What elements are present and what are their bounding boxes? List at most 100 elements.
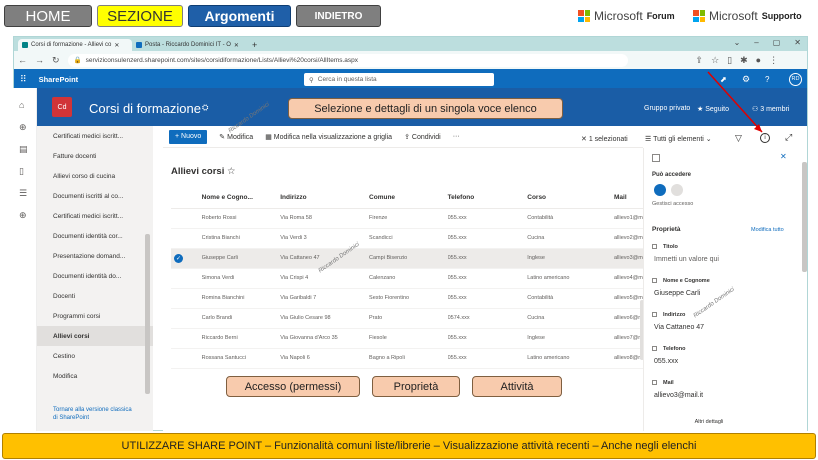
argomenti-button[interactable]: Argomenti xyxy=(188,5,291,27)
nav-item-fatture-docenti[interactable]: Fatture docenti xyxy=(37,146,153,166)
nav-item-docenti[interactable]: Docenti xyxy=(37,286,153,306)
minimize-icon[interactable]: – xyxy=(754,38,758,47)
microsoft-forum-link[interactable]: Microsoft Forum xyxy=(578,9,675,23)
field-value[interactable]: Giuseppe Carli xyxy=(654,290,700,297)
search-input[interactable]: Cerca in questa lista xyxy=(318,76,377,83)
panel-scrollbar[interactable] xyxy=(802,162,807,272)
extensions-icon[interactable]: ✱ xyxy=(740,55,748,66)
more-button[interactable]: ··· xyxy=(453,133,460,140)
row-select-cell[interactable]: ✓ xyxy=(171,248,202,269)
add-icon[interactable]: ⊕ xyxy=(19,210,27,221)
favorite-star-icon[interactable]: ☆ xyxy=(227,166,236,177)
lists-icon[interactable]: ☰ xyxy=(19,188,27,199)
nav-item-programmi-corsi[interactable]: Programmi corsi xyxy=(37,306,153,326)
menu-icon[interactable]: ⋮ xyxy=(769,55,778,66)
expand-icon[interactable]: ⤢ xyxy=(785,132,792,143)
browser-tab-corsi[interactable]: Corsi di formazione - Allievi co ✕ xyxy=(18,39,132,51)
table-row[interactable]: ✓ Giuseppe Carli Via Cattaneo 47 Campi Bise… xyxy=(171,248,661,269)
nav-item-allievi-corsi[interactable]: Allievi corsi xyxy=(37,326,153,346)
column-header-telefono[interactable]: Telefono xyxy=(447,188,528,209)
column-header-comune[interactable]: Comune xyxy=(369,188,448,209)
row-select-cell[interactable] xyxy=(171,328,202,349)
field-value[interactable]: Via Cattaneo 47 xyxy=(654,324,704,331)
close-window-icon[interactable]: ✕ xyxy=(794,38,801,47)
nav-item-modifica[interactable]: Modifica xyxy=(37,366,153,386)
sidebar-icon[interactable]: ▯ xyxy=(727,55,732,66)
row-select-cell[interactable] xyxy=(171,208,202,229)
reload-icon[interactable]: ↻ xyxy=(52,55,60,66)
search-box[interactable]: ⚲ Cerca in questa lista xyxy=(304,73,494,86)
microsoft-brand: Microsoft xyxy=(594,9,643,23)
row-select-cell[interactable] xyxy=(171,348,202,369)
share-icon[interactable]: ⇪ xyxy=(696,55,704,66)
new-tab-icon[interactable]: + xyxy=(252,40,257,50)
new-item-button[interactable]: + Nuovo xyxy=(169,129,208,144)
row-select-cell[interactable] xyxy=(171,308,202,329)
edit-all-link[interactable]: Modifica tutto xyxy=(751,227,784,233)
table-cell: Via Garibaldi 7 xyxy=(280,288,370,309)
news-icon[interactable]: ▤ xyxy=(19,144,28,155)
row-select-cell[interactable] xyxy=(171,268,202,289)
tab-label: Posta - Riccardo Dominici IT - O xyxy=(145,42,231,48)
url-field[interactable]: 🔒 serviziconsulenzerd.sharepoint.com/sit… xyxy=(67,53,628,67)
nav-item-certificati-1[interactable]: Certificati medici iscritt... xyxy=(37,126,153,146)
grid-edit-button[interactable]: ▦ Modifica nella visualizzazione a grigl… xyxy=(265,133,392,141)
nav-item-allievi-cucina[interactable]: Allievi corso di cucina xyxy=(37,166,153,186)
table-row[interactable]: Simona Verdi Via Crispi 4 Calenzano 055.xxx… xyxy=(171,268,661,289)
file-icon[interactable]: ▯ xyxy=(19,166,24,177)
row-select-cell[interactable] xyxy=(171,288,202,309)
chevron-down-icon[interactable]: ⌄ xyxy=(734,38,741,47)
field-value[interactable]: 055.xxx xyxy=(654,358,678,365)
nav-item-certificati-2[interactable]: Certificati medici iscritt... xyxy=(37,206,153,226)
selected-count[interactable]: ✕ 1 selezionati xyxy=(581,135,628,143)
table-row[interactable]: Carlo Brandi Via Giulio Cesare 98 Prato 057… xyxy=(171,308,661,329)
forward-icon[interactable]: → xyxy=(35,55,44,65)
table-row[interactable]: Romina Bianchini Via Garibaldi 7 Sesto Fio… xyxy=(171,288,661,309)
member-access-icon[interactable] xyxy=(671,184,683,196)
table-row[interactable]: Riccardo Berni Via Giovanna d'Arco 35 Fies… xyxy=(171,328,661,349)
nav-item-cestino[interactable]: Cestino xyxy=(37,346,153,366)
table-row[interactable]: Roberto Rossi Via Roma 58 Firenze 055.xxx Co… xyxy=(171,208,661,229)
column-header-indirizzo[interactable]: Indirizzo xyxy=(280,188,370,209)
site-title[interactable]: Corsi di formazione xyxy=(89,101,201,116)
close-icon[interactable]: ✕ xyxy=(114,42,119,49)
microsoft-supporto-link[interactable]: Microsoft Supporto xyxy=(693,9,802,23)
nav-item-presentazione[interactable]: Presentazione domand... xyxy=(37,246,153,266)
more-details-link[interactable]: Altri dettagli xyxy=(644,419,774,425)
column-header-corso[interactable]: Corso xyxy=(527,188,615,209)
row-select-cell[interactable] xyxy=(171,228,202,249)
share-button[interactable]: ⇪ Condividi xyxy=(404,133,441,141)
browser-tab-posta[interactable]: Posta - Riccardo Dominici IT - O ✕ xyxy=(132,39,246,51)
home-icon[interactable]: ⌂ xyxy=(19,100,24,110)
nav-item-documenti-identita-cor[interactable]: Documenti identità cor... xyxy=(37,226,153,246)
sidebar-scrollbar[interactable] xyxy=(145,234,150,394)
indietro-button[interactable]: INDIETRO xyxy=(296,5,381,27)
column-header-nome[interactable]: Nome e Cogno... xyxy=(201,188,281,209)
close-icon[interactable]: ✕ xyxy=(234,42,239,49)
panel-close-icon[interactable]: ✕ xyxy=(780,152,787,161)
header-row: Nome e Cogno... Indirizzo Comune Telefon… xyxy=(171,188,661,209)
manage-access-link[interactable]: Gestisci accesso xyxy=(652,201,693,207)
edit-button[interactable]: ✎ Modifica xyxy=(219,133,253,141)
nav-item-documenti-iscritti[interactable]: Documenti iscritti al co... xyxy=(37,186,153,206)
field-value[interactable]: allievo3@mail.it xyxy=(654,392,703,399)
table-row[interactable]: Cristina Bianchi Via Verdi 3 Scandicci 055.… xyxy=(171,228,661,249)
group-access-icon[interactable] xyxy=(654,184,666,196)
table-cell: Prato xyxy=(369,308,448,329)
star-icon[interactable]: ☆ xyxy=(711,55,719,66)
table-row[interactable]: Rossana Santucci Via Napoli 6 Bagno a Ripo… xyxy=(171,348,661,369)
site-logo[interactable]: Cd xyxy=(52,97,72,117)
maximize-icon[interactable]: ▢ xyxy=(773,38,781,47)
select-all-cell[interactable] xyxy=(171,188,202,209)
nav-item-documenti-identita-do[interactable]: Documenti identità do... xyxy=(37,266,153,286)
sezione-button[interactable]: SEZIONE xyxy=(97,5,183,27)
globe-icon[interactable]: ⊕ xyxy=(19,122,27,133)
field-value[interactable]: Immetti un valore qui xyxy=(654,256,719,263)
app-launcher-icon[interactable]: ⠿ xyxy=(20,74,27,85)
classic-view-link[interactable]: Tornare alla versione classica di ShareP… xyxy=(53,406,133,422)
avatar[interactable]: RD xyxy=(789,72,802,86)
back-icon[interactable]: ← xyxy=(18,55,27,65)
profile-icon[interactable]: ● xyxy=(756,55,761,65)
sharepoint-brand[interactable]: SharePoint xyxy=(39,75,79,84)
home-button[interactable]: HOME xyxy=(4,5,92,27)
